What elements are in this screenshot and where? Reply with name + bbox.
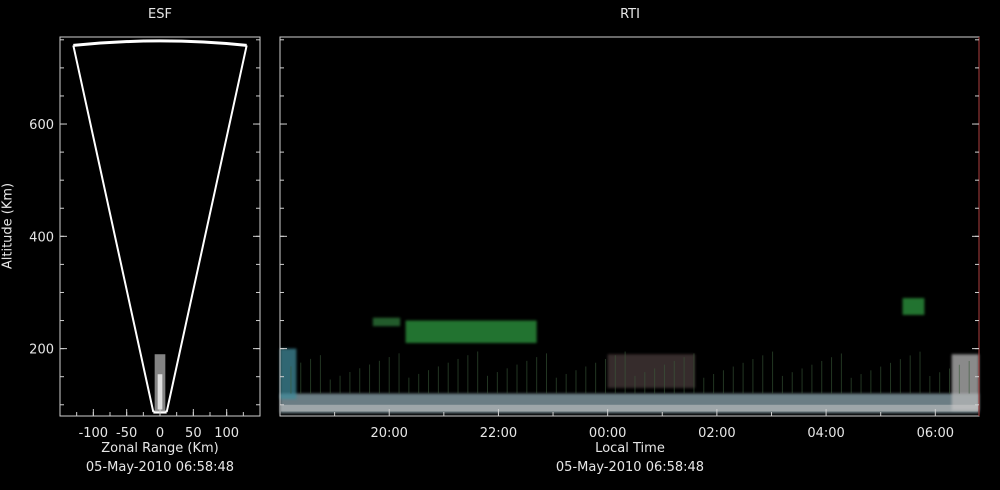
rti-x-tick-label: 06:00 <box>917 426 954 441</box>
esf-y-tick-label: 200 <box>29 343 54 358</box>
beam-edge-left <box>72 45 155 413</box>
rti-echo-region <box>607 354 696 388</box>
chart-canvas: -100 -50 0 50 100 200 400 600 20:00 22:00 00:00 02… <box>29 36 980 441</box>
rti-x-tick-label: 04:00 <box>807 426 844 441</box>
esf-x-tick-label: 100 <box>214 426 239 441</box>
esf-x-tick-label: -100 <box>79 426 109 441</box>
rti-echo-region <box>280 348 297 400</box>
rti-x-tick-label: 22:00 <box>480 426 517 441</box>
esf-y-tick-label: 600 <box>29 118 54 133</box>
rti-echo-region <box>405 320 537 344</box>
rti-echo-region <box>902 298 925 315</box>
rti-x-tick-label: 02:00 <box>698 426 735 441</box>
esf-echo-core <box>157 374 163 410</box>
esf-x-tick-label: 50 <box>185 426 202 441</box>
esf-x-tick-label: 0 <box>156 426 164 441</box>
rti-x-tick-label: 20:00 <box>370 426 407 441</box>
rti-x-tick-label: 00:00 <box>589 426 626 441</box>
rti-plot: 20:00 22:00 00:00 02:00 04:00 06:00 <box>279 36 980 441</box>
esf-y-tick-label: 400 <box>29 230 54 245</box>
rti-bottom-echo <box>281 404 978 412</box>
rti-echo-region <box>372 317 401 327</box>
esf-plot: -100 -50 0 50 100 200 400 600 <box>29 36 261 441</box>
rti-echo-region <box>951 354 979 411</box>
beam-top-arc <box>73 39 247 47</box>
esf-x-tick-label: -50 <box>116 426 137 441</box>
beam-edge-right <box>165 45 248 413</box>
